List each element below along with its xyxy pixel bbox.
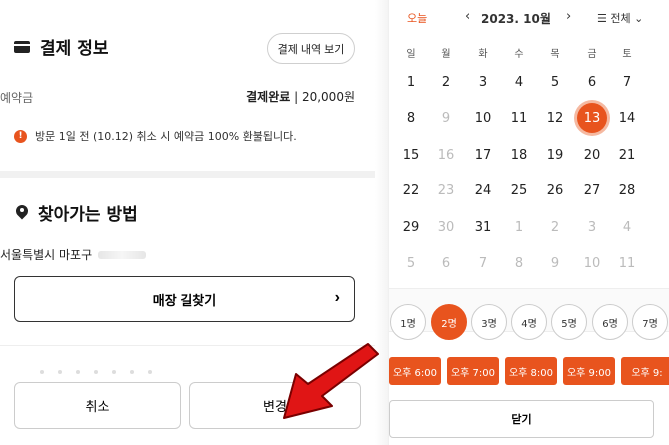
weekday-label: 목 xyxy=(550,48,560,60)
refund-notice-text: 방문 1일 전 (10.12) 취소 시 예약금 100% 환불됩니다. xyxy=(35,130,297,143)
deposit-amount: | 20,000원 xyxy=(294,90,355,104)
weekday-row: 일월화수목금토 xyxy=(389,37,669,67)
calendar-day[interactable]: 20 xyxy=(577,140,607,170)
calendar-day: 30 xyxy=(437,219,455,235)
calendar-day[interactable]: 31 xyxy=(468,212,498,242)
time-slot-button[interactable]: 오후 6:00 xyxy=(389,357,441,385)
close-button[interactable]: 닫기 xyxy=(389,400,654,438)
directions-title: 찾아가는 방법 xyxy=(38,205,138,225)
find-route-button[interactable]: 매장 길찾기 › xyxy=(14,276,355,322)
weekday-label: 금 xyxy=(587,48,597,60)
calendar-day[interactable]: 8 xyxy=(396,103,426,133)
calendar-day: 10 xyxy=(583,255,601,271)
time-slot-button[interactable]: 오후 9: xyxy=(621,357,669,385)
calendar-day: 9 xyxy=(550,255,560,271)
calendar-day[interactable]: 19 xyxy=(540,140,570,170)
calendar-day: 11 xyxy=(618,255,636,271)
calendar-day[interactable]: 11 xyxy=(504,103,534,133)
calendar-day[interactable]: 6 xyxy=(577,67,607,97)
filter-label: 전체 xyxy=(610,12,631,25)
party-size-option[interactable]: 3명 xyxy=(471,304,507,340)
calendar-day[interactable]: 26 xyxy=(540,175,570,205)
calendar-day[interactable]: 10 xyxy=(468,103,498,133)
payment-history-button[interactable]: 결제 내역 보기 xyxy=(267,33,355,64)
weekday-label: 화 xyxy=(478,48,488,60)
calendar-day[interactable]: 24 xyxy=(468,175,498,205)
chevron-right-icon[interactable]: › xyxy=(566,9,571,24)
weekday-label: 일 xyxy=(406,48,416,60)
weekday-label: 토 xyxy=(622,48,632,60)
calendar-day[interactable]: 15 xyxy=(396,140,426,170)
calendar-day: 7 xyxy=(478,255,488,271)
payment-title: 결제 정보 xyxy=(40,39,109,59)
party-size-option[interactable]: 6명 xyxy=(592,304,628,340)
calendar-day[interactable]: 7 xyxy=(612,67,642,97)
calendar-day: 9 xyxy=(441,110,451,126)
calendar-day[interactable]: 12 xyxy=(540,103,570,133)
party-size-option[interactable]: 7명 xyxy=(632,304,668,340)
today-button[interactable]: 오늘 xyxy=(407,10,427,26)
faded-content xyxy=(40,370,152,374)
calendar-day[interactable]: 29 xyxy=(396,212,426,242)
month-label: 2023. 10월 xyxy=(481,12,551,26)
deposit-status: 결제완료 xyxy=(246,90,291,104)
weekday-label: 월 xyxy=(441,48,451,60)
calendar-day[interactable]: 25 xyxy=(504,175,534,205)
calendar-day: 23 xyxy=(437,182,455,198)
calendar-day: 5 xyxy=(406,255,416,271)
location-pin-icon xyxy=(16,205,28,221)
calendar-day[interactable]: 21 xyxy=(612,140,642,170)
payment-header: 결제 정보 xyxy=(14,34,108,59)
calendar-toolbar: 오늘 ‹ 2023. 10월 › ☰ 전체 ⌄ xyxy=(389,0,669,30)
calendar-day[interactable]: 27 xyxy=(577,175,607,205)
calendar-day[interactable]: 14 xyxy=(612,103,642,133)
store-address-text: 서울특별시 마포구 xyxy=(0,248,93,262)
party-size-option[interactable]: 4명 xyxy=(511,304,547,340)
calendar-day: 8 xyxy=(514,255,524,271)
calendar-day: 16 xyxy=(437,147,455,163)
date-picker-panel: 오늘 ‹ 2023. 10월 › ☰ 전체 ⌄ 일월화수목금토 12345678… xyxy=(388,0,669,445)
time-slot-button[interactable]: 오후 7:00 xyxy=(447,357,499,385)
calendar-day: 3 xyxy=(587,219,597,235)
party-size-option[interactable]: 1명 xyxy=(390,304,426,340)
calendar-day[interactable]: 17 xyxy=(468,140,498,170)
party-size-option[interactable]: 5명 xyxy=(551,304,587,340)
calendar-day[interactable]: 3 xyxy=(468,67,498,97)
find-route-label: 매장 길찾기 xyxy=(152,292,217,308)
calendar-day[interactable]: 28 xyxy=(612,175,642,205)
credit-card-icon xyxy=(14,40,30,53)
chevron-left-icon[interactable]: ‹ xyxy=(465,9,470,24)
address-blurred xyxy=(98,250,147,259)
time-slot-button[interactable]: 오후 8:00 xyxy=(505,357,557,385)
deposit-value: 결제완료 | 20,000원 xyxy=(246,88,355,105)
red-arrow-annotation xyxy=(283,343,379,419)
calendar-day: 1 xyxy=(514,219,524,235)
filter-dropdown[interactable]: ☰ 전체 ⌄ xyxy=(597,10,643,26)
section-divider xyxy=(0,171,375,178)
calendar-day[interactable]: 1 xyxy=(396,67,426,97)
refund-notice: ! 방문 1일 전 (10.12) 취소 시 예약금 100% 환불됩니다. xyxy=(14,128,297,144)
warning-icon: ! xyxy=(14,129,27,143)
calendar-day: 4 xyxy=(622,219,632,235)
store-address: 서울특별시 마포구 xyxy=(0,246,147,263)
calendar-day: 6 xyxy=(441,255,451,271)
time-slot-button[interactable]: 오후 9:00 xyxy=(563,357,615,385)
weekday-label: 수 xyxy=(514,48,524,60)
cancel-button[interactable]: 취소 xyxy=(14,382,181,429)
calendar-day[interactable]: 22 xyxy=(396,175,426,205)
calendar-day[interactable]: 13 xyxy=(577,103,607,133)
directions-header: 찾아가는 방법 xyxy=(16,200,138,225)
party-size-option[interactable]: 2명 xyxy=(431,304,467,340)
calendar-day: 2 xyxy=(550,219,560,235)
calendar-day[interactable]: 4 xyxy=(504,67,534,97)
calendar-day[interactable]: 5 xyxy=(540,67,570,97)
calendar-day[interactable]: 18 xyxy=(504,140,534,170)
chevron-right-icon: › xyxy=(334,289,340,306)
deposit-label: 예약금 xyxy=(0,91,34,105)
calendar-day[interactable]: 2 xyxy=(431,67,461,97)
